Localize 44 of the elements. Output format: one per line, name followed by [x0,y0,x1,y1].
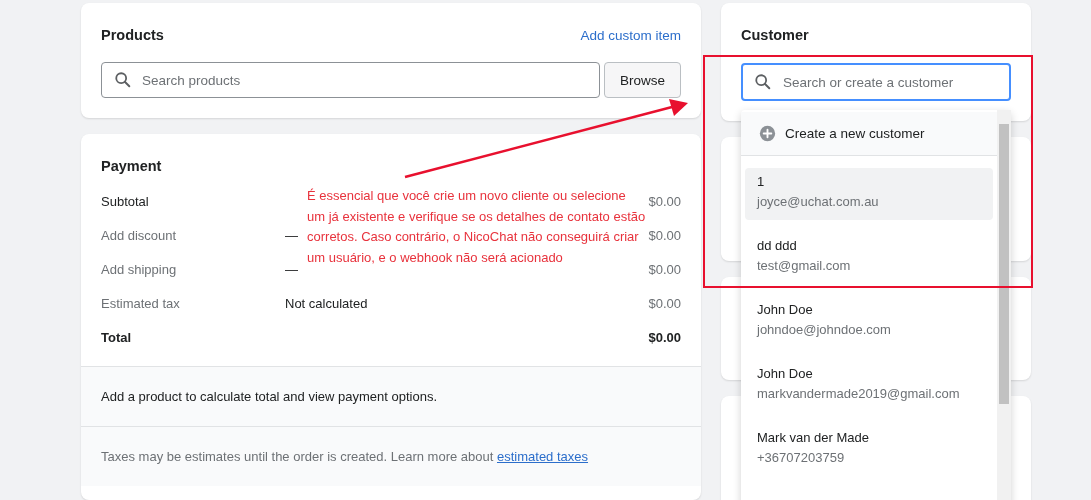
customer-option[interactable]: John Doe markvandermade2019@gmail.com [745,360,993,412]
customer-search-field[interactable]: Search or create a customer [741,63,1011,101]
customer-option[interactable]: dd ddd test@gmail.com [745,232,993,284]
add-custom-item-link[interactable]: Add custom item [580,27,681,43]
card-title: Products [101,27,164,43]
payment-amount: $0.00 [648,296,681,311]
customer-name: dd ddd [757,238,798,253]
card-title: Customer [741,27,810,43]
payment-amount: $0.00 [648,194,681,209]
search-icon [114,71,132,89]
customer-contact: markvandermade2019@gmail.com [757,386,961,401]
card-title: Payment [101,158,163,174]
scrollbar[interactable] [997,110,1011,500]
payment-label[interactable]: Add discount [101,228,285,243]
customer-name: Mark van der Made [757,430,870,445]
customer-contact: test@gmail.com [757,258,852,273]
payment-detail: — [285,228,298,243]
payment-label: Subtotal [101,194,150,209]
customer-name: John Doe [757,366,814,381]
create-customer-option[interactable]: Create a new customer [741,112,997,156]
tax-note: Taxes may be estimates until the order is created. Learn more about estimated taxes [101,449,590,464]
search-icon [754,73,772,91]
payment-amount: $0.00 [648,262,681,277]
estimated-taxes-link[interactable]: estimated taxes [497,449,589,464]
customer-option[interactable]: John Doe johndoe@johndoe.com [745,296,993,348]
customer-contact: joyce@uchat.com.au [757,194,880,209]
payment-detail: Not calculated [285,296,368,311]
customer-contact: +36707203759 [757,450,846,465]
payment-amount: $0.00 [648,330,681,345]
customer-name: John Doe [757,302,814,317]
notice-text: Add a product to calculate total and view payment options. [101,389,439,404]
customer-option[interactable]: Mark van der Made +36707203759 [745,424,993,476]
browse-button[interactable]: Browse [604,62,681,98]
search-field[interactable]: Search products [101,62,600,98]
payment-amount: $0.00 [648,228,681,243]
customer-option[interactable]: 1 joyce@uchat.com.au [745,168,993,220]
customer-name: 1 [757,174,766,189]
payment-label: Total [101,330,133,345]
payment-detail: — [285,262,298,277]
payment-label[interactable]: Estimated tax [101,296,285,311]
payment-label[interactable]: Add shipping [101,262,285,277]
plus-circle-icon [759,125,776,142]
customer-contact: johndoe@johndoe.com [757,322,892,337]
annotation-text: É essencial que você crie um novo cliente ou selecione um já existente e verifique se os detalhes de contato estão corretos. Caso contrário, o NicoChat não conseguirá criar um usuário, e o webhook não será acionado [307,187,647,267]
